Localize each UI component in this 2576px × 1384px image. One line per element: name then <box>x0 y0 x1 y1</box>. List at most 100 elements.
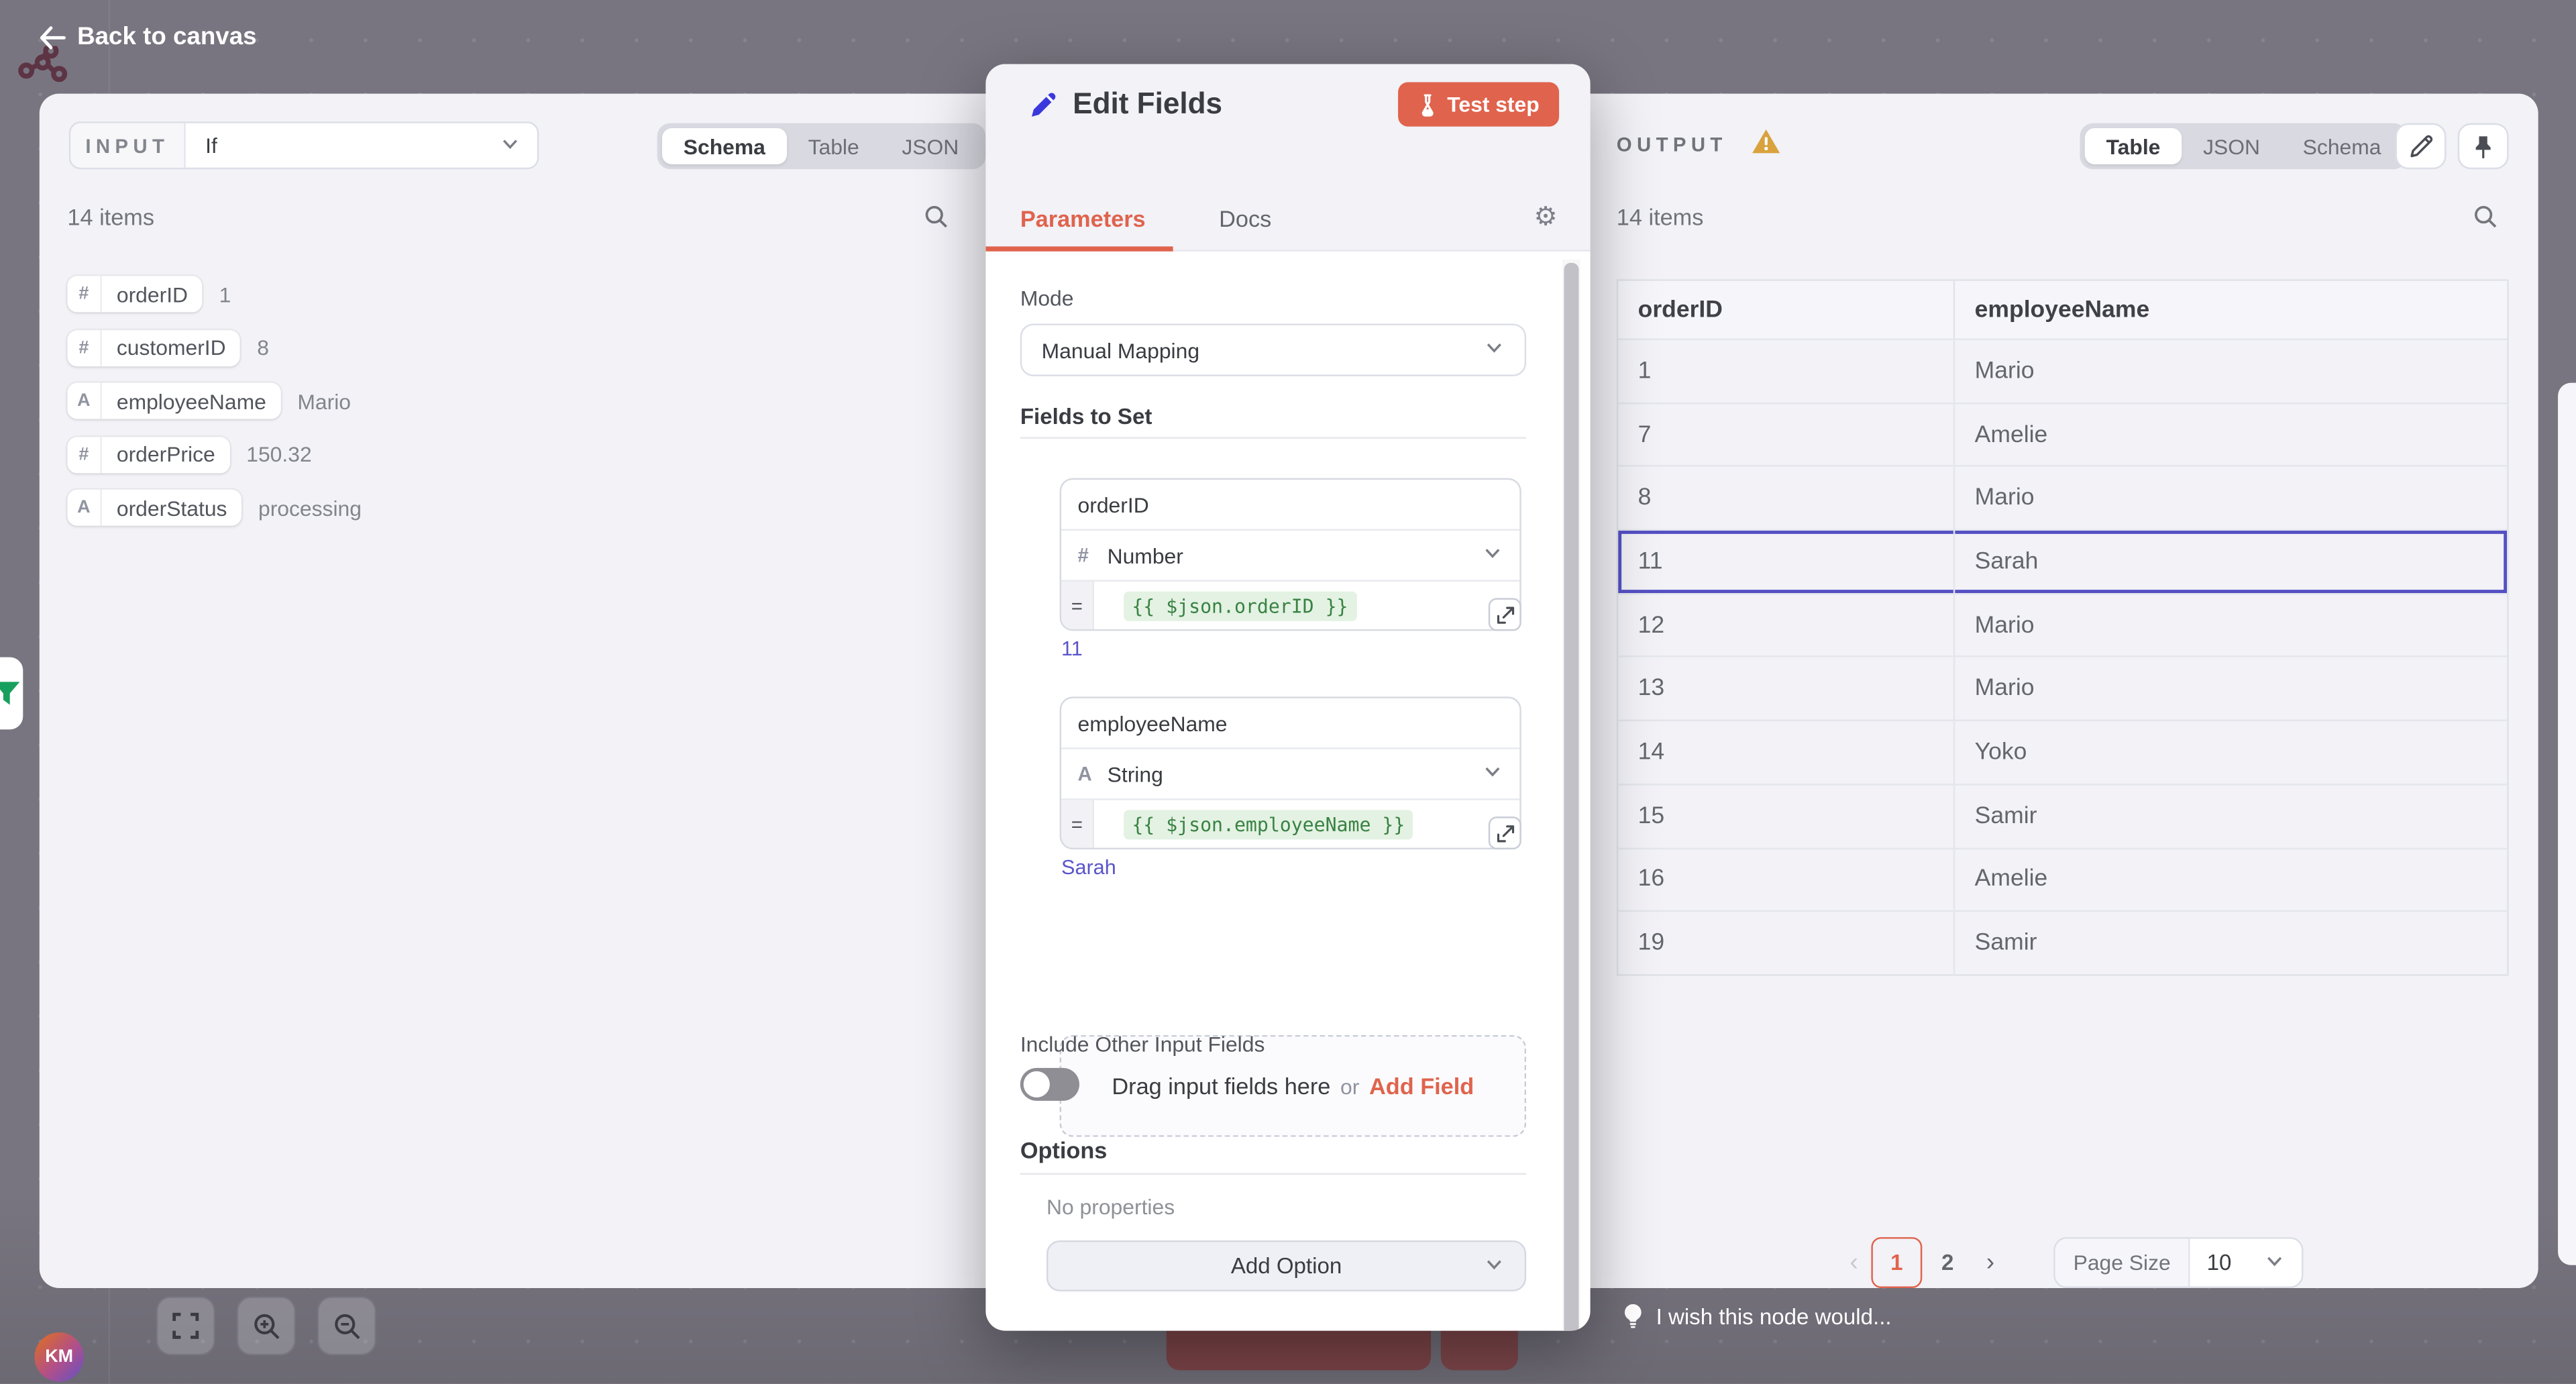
input-source-select[interactable]: INPUT If <box>69 121 539 169</box>
tab-docs[interactable]: Docs <box>1219 205 1271 231</box>
expression-input[interactable]: {{ $json.employeeName }} <box>1124 809 1413 839</box>
schema-field-pill[interactable]: A orderStatus <box>67 490 241 526</box>
chevron-down-icon <box>2264 1249 2286 1275</box>
prev-page-icon[interactable]: ‹ <box>1837 1248 1871 1277</box>
schema-field-row: A employeeName Mario <box>67 383 362 419</box>
expression-result-preview: Sarah <box>1061 856 1116 879</box>
schema-field-pill[interactable]: # orderPrice <box>67 436 229 472</box>
output-panel-label: OUTPUT <box>1617 133 1727 156</box>
schema-field-pill[interactable]: # orderID <box>67 276 203 312</box>
schema-field-value: 150.32 <box>246 442 311 467</box>
open-expression-editor-icon[interactable] <box>1489 816 1521 849</box>
input-panel-label: INPUT <box>85 134 169 157</box>
modal-scrollbar-thumb[interactable] <box>1564 263 1578 1331</box>
toggle-knob <box>1024 1071 1050 1098</box>
if-node-stub[interactable] <box>0 657 23 730</box>
cell-employeeName: Mario <box>1955 594 2507 656</box>
field-type-select[interactable]: # Number <box>1061 531 1519 582</box>
cell-orderID: 12 <box>1618 594 1955 656</box>
output-table-row: 14Yoko <box>1618 720 2507 784</box>
output-tab-json[interactable]: JSON <box>2182 128 2282 164</box>
page-size-label: Page Size <box>2055 1239 2190 1287</box>
open-expression-editor-icon[interactable] <box>1489 598 1521 631</box>
page-size-select[interactable]: Page Size 10 <box>2053 1237 2303 1288</box>
test-step-button[interactable]: Test step <box>1398 82 1559 126</box>
next-page-icon[interactable]: › <box>1973 1248 2007 1277</box>
cell-orderID: 7 <box>1618 404 1955 466</box>
string-type-icon: A <box>67 490 101 526</box>
expression-equals-prefix: = <box>1061 800 1094 848</box>
drag-fields-text: Drag input fields here <box>1112 1073 1330 1099</box>
input-tab-json[interactable]: JSON <box>881 128 981 164</box>
add-field-button[interactable]: Add Field <box>1369 1073 1474 1099</box>
active-tab-underline <box>985 246 1173 251</box>
include-other-fields-label: Include Other Input Fields <box>1020 1032 1265 1057</box>
expression-result-preview: 11 <box>1061 637 1083 660</box>
edit-fields-node-icon <box>1027 89 1060 121</box>
field-card-orderID: orderID # Number = {{ $json.orderID }} <box>1060 478 1521 631</box>
output-pagination: ‹ 1 2 › <box>1837 1237 2008 1288</box>
output-tab-schema[interactable]: Schema <box>2282 128 2402 164</box>
field-name-input[interactable]: orderID <box>1061 480 1519 531</box>
output-table-row: 16Amelie <box>1618 847 2507 910</box>
schema-field-name: orderPrice <box>102 436 230 472</box>
include-other-fields-toggle[interactable] <box>1020 1068 1079 1101</box>
input-search-icon[interactable] <box>923 204 949 238</box>
field-card-employeeName: employeeName A String = {{ $json.employe… <box>1060 696 1521 849</box>
page-2-button[interactable]: 2 <box>1922 1237 1973 1288</box>
filter-icon <box>0 677 23 710</box>
n8n-logo-icon <box>18 46 91 83</box>
back-to-canvas-button[interactable]: Back to canvas <box>40 23 257 51</box>
schema-field-name: employeeName <box>102 383 281 419</box>
section-divider <box>1020 1173 1526 1175</box>
node-title: Edit Fields <box>1073 87 1222 121</box>
output-tab-table[interactable]: Table <box>2085 128 2182 164</box>
input-tab-table[interactable]: Table <box>787 128 881 164</box>
output-search-icon[interactable] <box>2473 204 2499 238</box>
field-value-row: = {{ $json.employeeName }} <box>1061 800 1519 848</box>
test-step-label: Test step <box>1447 92 1539 117</box>
field-name-input[interactable]: employeeName <box>1061 698 1519 749</box>
pin-data-button[interactable] <box>2458 123 2509 170</box>
options-label: Options <box>1020 1137 1108 1163</box>
output-table-row: 15Samir <box>1618 784 2507 847</box>
chevron-down-icon <box>1483 1253 1505 1279</box>
back-arrow-icon <box>40 25 66 48</box>
column-header: employeeName <box>1955 281 2507 339</box>
expression-input[interactable]: {{ $json.orderID }} <box>1124 590 1356 620</box>
add-option-select[interactable]: Add Option <box>1046 1240 1526 1291</box>
back-to-canvas-label: Back to canvas <box>77 23 257 51</box>
section-divider <box>1020 437 1526 438</box>
cell-orderID: 19 <box>1618 912 1955 974</box>
tab-parameters[interactable]: Parameters <box>1020 205 1146 231</box>
mode-select[interactable]: Manual Mapping <box>1020 323 1526 376</box>
cell-employeeName: Amelie <box>1955 849 2507 910</box>
zoom-to-fit-button[interactable] <box>156 1296 215 1355</box>
schema-field-row: # orderID 1 <box>67 276 362 312</box>
modal-scrollbar[interactable]: ▼ <box>1562 260 1580 1331</box>
output-table-row: 7Amelie <box>1618 402 2507 466</box>
chevron-down-icon <box>1482 542 1503 568</box>
node-settings-gear-icon[interactable]: ⚙ <box>1534 204 1558 230</box>
cell-orderID: 16 <box>1618 849 1955 910</box>
field-type-select[interactable]: A String <box>1061 749 1519 800</box>
page-1-button[interactable]: 1 <box>1871 1237 1922 1288</box>
cell-employeeName: Samir <box>1955 912 2507 974</box>
output-table-row: 12Mario <box>1618 592 2507 656</box>
input-tab-schema[interactable]: Schema <box>662 128 787 164</box>
user-avatar[interactable]: KM <box>34 1332 83 1381</box>
zoom-in-button[interactable] <box>237 1296 296 1355</box>
schema-field-row: A orderStatus processing <box>67 490 362 526</box>
cell-employeeName: Mario <box>1955 467 2507 529</box>
node-feedback-link[interactable]: I wish this node would... <box>1623 1303 1892 1329</box>
number-type-icon: # <box>67 276 101 312</box>
schema-field-pill[interactable]: # customerID <box>67 329 240 366</box>
expression-equals-prefix: = <box>1061 582 1094 629</box>
input-items-count: 14 items <box>67 204 154 230</box>
zoom-out-button[interactable] <box>317 1296 376 1355</box>
schema-field-pill[interactable]: A employeeName <box>67 383 280 419</box>
output-table-row: 11Sarah <box>1618 529 2507 593</box>
cell-orderID: 1 <box>1618 340 1955 402</box>
modal-header: Edit Fields Test step <box>985 64 1590 189</box>
edit-output-button[interactable] <box>2396 123 2447 170</box>
